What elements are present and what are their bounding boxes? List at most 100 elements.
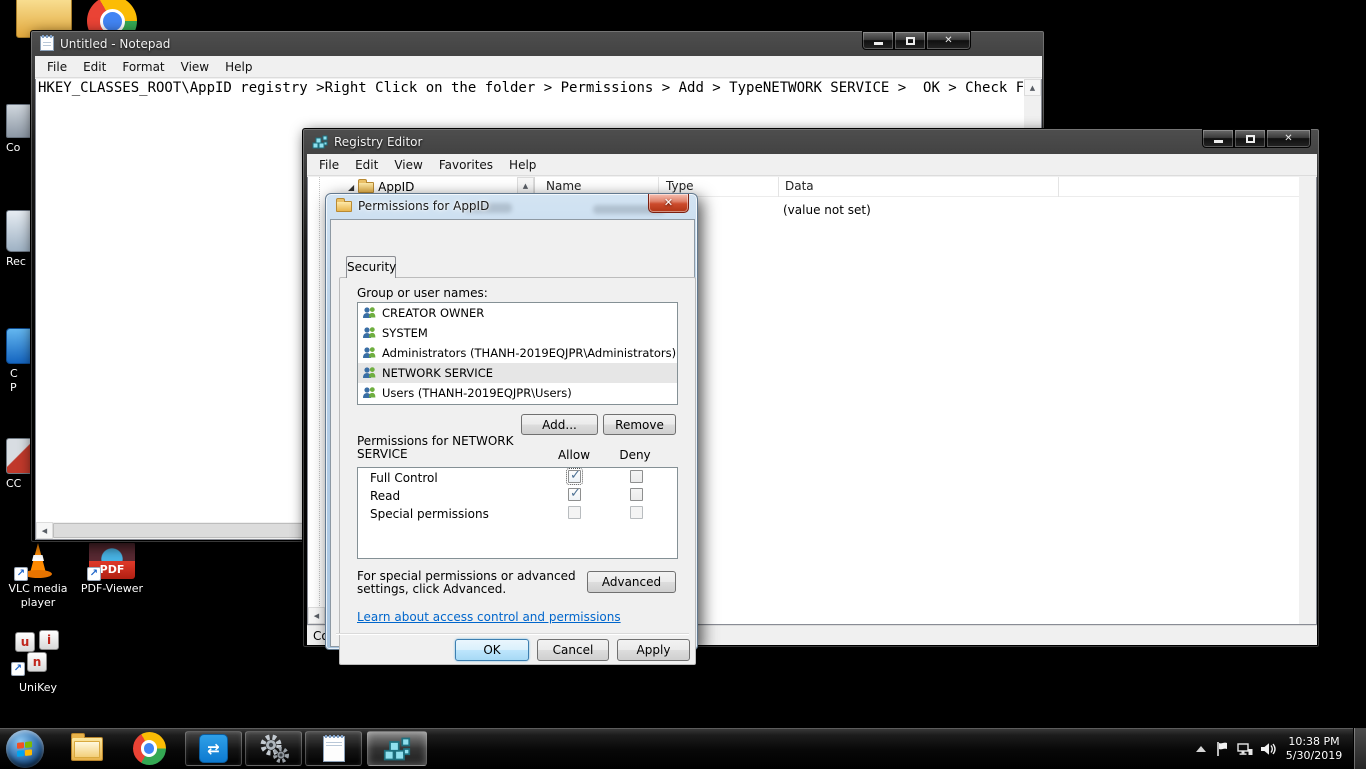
desktop-icon-vlc[interactable]: ↗ VLC media player [0,541,76,610]
remove-button[interactable]: Remove [603,414,676,435]
column-header-data[interactable]: Data [785,179,814,193]
dialog-body: Security Group or user names: CREATOR OW… [330,219,695,647]
menu-view[interactable]: View [386,155,430,175]
menu-edit[interactable]: Edit [75,57,114,77]
show-desktop-button[interactable] [1353,728,1366,769]
taskbar-teamviewer-button[interactable]: ⇄ [185,731,242,766]
menu-view[interactable]: View [173,57,217,77]
shortcut-arrow-icon: ↗ [14,567,28,581]
dialog-titlebar[interactable]: Permissions for AppID [336,199,489,213]
scroll-up-icon[interactable]: ▲ [517,177,534,194]
notepad-text[interactable]: HKEY_CLASSES_ROOT\AppID registry >Right … [38,80,1023,98]
menu-favorites[interactable]: Favorites [431,155,501,175]
desktop-icon-pdf-viewer[interactable]: PDF ↗ PDF-Viewer [74,541,150,596]
tray-clock[interactable]: 10:38 PM 5/30/2019 [1282,735,1346,763]
scroll-left-icon[interactable]: ◀ [308,607,325,624]
menu-help[interactable]: Help [501,155,544,175]
volume-button[interactable] [1256,741,1278,757]
gears-icon [258,733,290,765]
permissions-box: Full Control Read Special permissions [357,467,678,559]
column-header-type[interactable]: Type [666,179,694,193]
network-button[interactable] [1234,741,1256,757]
chevron-up-icon [1196,746,1206,752]
tab-security[interactable]: Security [346,256,396,278]
notepad-title: Untitled - Notepad [60,37,170,51]
advanced-button[interactable]: Advanced [587,571,676,593]
desktop-icon-label: VLC media player [0,582,76,610]
system-tray: 10:38 PM 5/30/2019 [1190,728,1366,769]
show-hidden-icons-button[interactable] [1190,746,1212,752]
action-center-button[interactable] [1212,741,1234,757]
registry-editor-icon [383,735,411,763]
pdf-viewer-icon: PDF ↗ [89,541,135,579]
close-button[interactable]: ✕ [926,31,971,50]
permission-row: Full Control [358,468,677,486]
group-user-names-label: Group or user names: [357,286,488,300]
learn-link[interactable]: Learn about access control and permissio… [357,610,621,624]
desktop-icon-unikey[interactable]: u i n ↗ UniKey [0,630,76,695]
users-icon [362,346,377,360]
registry-editor-icon [312,134,328,150]
ok-button[interactable]: OK [455,639,529,661]
explorer-icon [71,737,103,761]
menu-file[interactable]: File [311,155,347,175]
deny-checkbox-special-permissions[interactable] [630,506,643,519]
deny-checkbox-read[interactable] [630,488,643,501]
regedit-titlebar[interactable]: Registry Editor [303,129,1319,154]
menu-edit[interactable]: Edit [347,155,386,175]
close-button[interactable]: ✕ [1266,129,1311,148]
list-item-selected[interactable]: NETWORK SERVICE [358,363,677,383]
desktop-icon-label: PDF-Viewer [74,582,150,596]
menu-file[interactable]: File [39,57,75,77]
scroll-up-icon[interactable]: ▲ [1024,79,1041,96]
cancel-button[interactable]: Cancel [537,639,609,661]
list-item[interactable]: SYSTEM [358,323,677,343]
regedit-caption-buttons: ✕ [1202,129,1311,148]
folder-icon [358,182,374,193]
menu-help[interactable]: Help [217,57,260,77]
folder-icon [336,201,352,212]
taskbar-chrome-button[interactable] [126,731,172,766]
users-icon [362,366,377,380]
list-item[interactable]: Users (THANH-2019EQJPR\Users) [358,383,677,403]
maximize-button[interactable] [1234,129,1266,148]
chrome-icon [133,732,166,765]
tree-guide-line [319,177,320,624]
permissions-for-label: Permissions for NETWORK SERVICE [357,435,532,461]
regedit-menubar: File Edit View Favorites Help [307,154,1317,176]
scroll-left-icon[interactable]: ◀ [36,522,53,539]
allow-column-header: Allow [553,448,595,462]
users-icon [362,326,377,340]
value-data-cell: (value not set) [783,203,871,217]
flag-icon [1215,741,1231,757]
tree-expand-icon[interactable]: ◢ [348,183,354,192]
maximize-button[interactable] [894,31,926,50]
notepad-icon [323,736,345,762]
start-button[interactable] [6,730,44,768]
tree-item-label[interactable]: AppID [378,180,414,194]
dialog-close-button[interactable]: ✕ [648,194,689,213]
permission-row: Read [358,486,677,504]
list-item[interactable]: Administrators (THANH-2019EQJPR\Administ… [358,343,677,363]
add-button[interactable]: Add... [521,414,598,435]
allow-checkbox-full-control[interactable] [568,470,581,483]
vlc-icon: ↗ [16,541,60,579]
group-user-list[interactable]: CREATOR OWNER SYSTEM Administrators (THA… [357,302,678,405]
shortcut-arrow-icon: ↗ [87,567,101,581]
allow-checkbox-read[interactable] [568,488,581,501]
values-vertical-scrollbar[interactable] [1299,177,1316,624]
minimize-button[interactable] [1202,129,1234,148]
tree-item-appid[interactable]: ◢ AppID [348,180,414,194]
menu-format[interactable]: Format [114,57,172,77]
minimize-button[interactable] [862,31,894,50]
taskbar-regedit-button[interactable] [367,731,427,766]
deny-checkbox-full-control[interactable] [630,470,643,483]
taskbar-settings-button[interactable] [245,731,302,766]
speaker-icon [1259,741,1276,757]
apply-button[interactable]: Apply [617,639,690,661]
taskbar-explorer-button[interactable] [64,731,110,766]
list-item[interactable]: CREATOR OWNER [358,303,677,323]
allow-checkbox-special-permissions[interactable] [568,506,581,519]
taskbar-notepad-button[interactable] [305,731,362,766]
column-header-name[interactable]: Name [546,179,581,193]
